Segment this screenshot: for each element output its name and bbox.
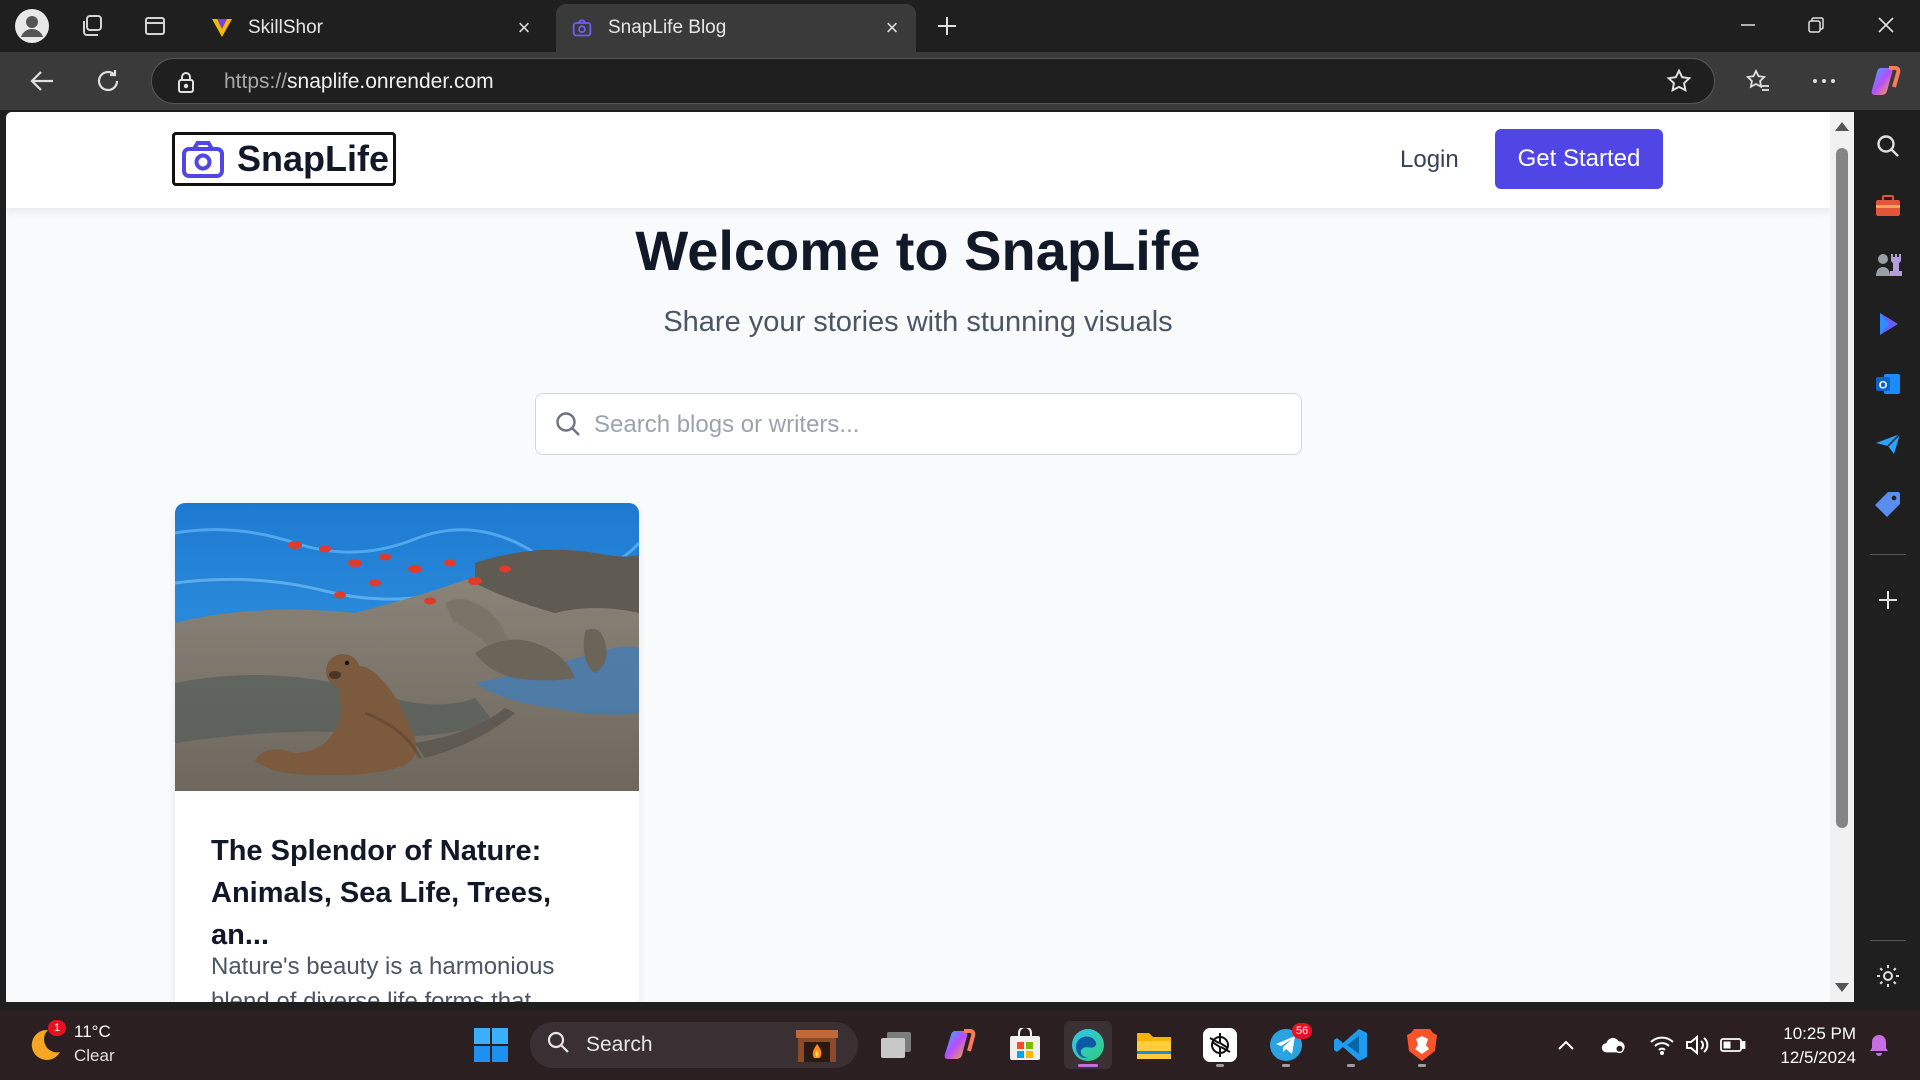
- copilot-app-icon[interactable]: [936, 1021, 984, 1069]
- moon-icon: 1: [24, 1020, 66, 1064]
- weather-badge: 1: [48, 1020, 66, 1036]
- sidebar-divider: [1870, 554, 1906, 555]
- refresh-icon[interactable]: [88, 61, 128, 101]
- task-view-icon[interactable]: [872, 1021, 920, 1069]
- blog-card-excerpt: Nature's beauty is a harmonious blend of…: [211, 953, 555, 1002]
- add-icon[interactable]: [1872, 584, 1904, 616]
- camera-favicon-icon: [570, 16, 594, 40]
- tab-label: SkillShor: [248, 17, 323, 38]
- brave-browser-icon[interactable]: [1398, 1021, 1446, 1069]
- copilot-icon[interactable]: [1866, 61, 1906, 101]
- close-window-icon[interactable]: [1852, 0, 1920, 50]
- blog-search[interactable]: [535, 393, 1302, 455]
- blog-card[interactable]: The Splendor of Nature: Animals, Sea Lif…: [175, 503, 639, 1002]
- search-icon: [546, 1030, 570, 1060]
- login-link[interactable]: Login: [1400, 146, 1459, 174]
- profile-avatar-icon[interactable]: [12, 6, 52, 46]
- show-hidden-icons-chevron-icon[interactable]: [1553, 1032, 1579, 1058]
- skillshor-favicon-icon: [210, 16, 234, 40]
- scrollbar-thumb[interactable]: [1836, 148, 1848, 828]
- send-icon[interactable]: [1872, 428, 1904, 460]
- active-indicator: [1078, 1064, 1098, 1067]
- search-icon[interactable]: [1872, 130, 1904, 162]
- chatgpt-icon[interactable]: [1196, 1021, 1244, 1069]
- restore-icon[interactable]: [1782, 0, 1850, 50]
- new-tab-icon[interactable]: [927, 6, 967, 46]
- shopping-tag-icon[interactable]: [1872, 488, 1904, 520]
- start-windows-icon[interactable]: [467, 1021, 515, 1069]
- get-started-button[interactable]: Get Started: [1495, 129, 1663, 189]
- outlook-icon[interactable]: O: [1872, 368, 1904, 400]
- close-tab-icon[interactable]: ×: [512, 15, 536, 40]
- url-text[interactable]: https://snaplife.onrender.com: [224, 70, 494, 94]
- telegram-badge: 56: [1292, 1023, 1313, 1039]
- fireplace-icon: [794, 1026, 840, 1070]
- tab-label: SnapLife Blog: [608, 17, 727, 38]
- edge-browser-icon[interactable]: [1064, 1021, 1112, 1069]
- notification-bell-icon[interactable]: [1866, 1032, 1892, 1058]
- clock-time: 10:25 PM: [1783, 1024, 1856, 1043]
- weather-widget[interactable]: 1 11°C Clear: [24, 1020, 115, 1068]
- scroll-up-arrow-icon[interactable]: [1835, 122, 1849, 131]
- running-indicator: [1282, 1064, 1290, 1067]
- minimize-icon[interactable]: [1714, 0, 1782, 50]
- scroll-down-arrow-icon[interactable]: [1835, 983, 1849, 992]
- running-indicator: [1418, 1064, 1426, 1067]
- tab-snaplife[interactable]: SnapLife Blog ×: [556, 4, 916, 52]
- volume-icon[interactable]: [1684, 1032, 1710, 1058]
- page-scrollbar[interactable]: [1830, 112, 1854, 1002]
- clock-date: 12/5/2024: [1780, 1048, 1856, 1067]
- system-clock[interactable]: 10:25 PM 12/5/2024: [1770, 1022, 1856, 1070]
- onedrive-cloud-icon[interactable]: [1600, 1032, 1626, 1058]
- page-viewport: SnapLife Login Get Started Welcome to Sn…: [6, 112, 1830, 1002]
- toolbox-icon[interactable]: [1872, 190, 1904, 222]
- page-title: Welcome to SnapLife: [635, 219, 1201, 282]
- taskbar-search[interactable]: Search: [530, 1022, 858, 1068]
- blog-card-image[interactable]: [175, 503, 639, 791]
- back-arrow-icon[interactable]: [22, 61, 62, 101]
- copilot-sidebar-icon[interactable]: [1872, 308, 1904, 340]
- file-explorer-icon[interactable]: [1130, 1021, 1178, 1069]
- svg-text:O: O: [1879, 380, 1888, 392]
- browser-tab-strip: SkillShor × SnapLife Blog ×: [0, 0, 1920, 52]
- search-input[interactable]: [594, 406, 1284, 444]
- favorites-icon[interactable]: [1738, 61, 1778, 101]
- camera-icon: [181, 139, 225, 179]
- settings-gear-icon[interactable]: [1872, 960, 1904, 992]
- logo-text: SnapLife: [237, 138, 390, 179]
- vscode-icon[interactable]: [1327, 1021, 1375, 1069]
- tab-skillshor[interactable]: SkillShor ×: [196, 4, 548, 52]
- address-bar[interactable]: https://snaplife.onrender.com: [151, 58, 1715, 104]
- windows-taskbar: 1 11°C Clear Search 56 10:25 PM 12/5/202…: [0, 1010, 1920, 1080]
- workspaces-icon[interactable]: [72, 6, 112, 46]
- close-tab-icon[interactable]: ×: [880, 15, 904, 40]
- more-options-icon[interactable]: [1804, 61, 1844, 101]
- sidebar-divider: [1870, 940, 1906, 941]
- weather-temp: 11°C: [74, 1022, 111, 1041]
- wifi-icon[interactable]: [1649, 1032, 1675, 1058]
- favorite-star-icon[interactable]: [1666, 68, 1692, 99]
- blog-card-title[interactable]: The Splendor of Nature: Animals, Sea Lif…: [211, 830, 611, 956]
- site-header: SnapLife Login Get Started: [6, 112, 1830, 208]
- search-icon: [554, 410, 582, 443]
- lock-icon[interactable]: [176, 70, 196, 99]
- running-indicator: [1347, 1064, 1355, 1067]
- telegram-icon[interactable]: 56: [1262, 1021, 1313, 1069]
- microsoft-store-icon[interactable]: [1001, 1021, 1049, 1069]
- battery-icon[interactable]: [1720, 1032, 1746, 1058]
- running-indicator: [1216, 1064, 1224, 1067]
- page-subtitle: Share your stories with stunning visuals: [663, 306, 1173, 338]
- browser-toolbar: https://snaplife.onrender.com: [0, 52, 1920, 110]
- taskbar-search-label: Search: [586, 1033, 653, 1056]
- games-icon[interactable]: [1872, 248, 1904, 280]
- weather-condition: Clear: [74, 1046, 115, 1065]
- tab-actions-icon[interactable]: [135, 6, 175, 46]
- site-logo[interactable]: SnapLife: [172, 132, 397, 186]
- edge-sidebar: O: [1856, 110, 1920, 1010]
